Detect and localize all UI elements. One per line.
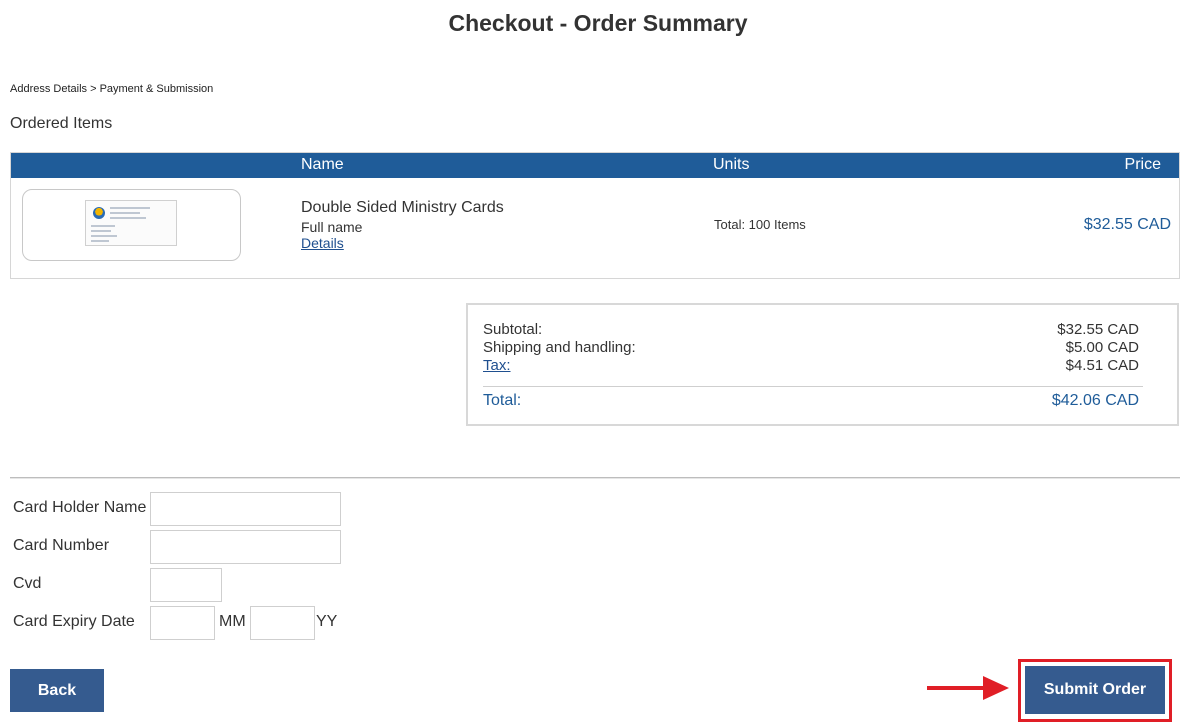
totals-divider bbox=[483, 386, 1143, 387]
subtotal-value: $32.55 CAD bbox=[1057, 321, 1139, 338]
right-arrow-icon bbox=[927, 676, 1009, 700]
total-row: Total: $42.06 CAD bbox=[483, 392, 1139, 410]
shipping-label: Shipping and handling: bbox=[483, 339, 636, 356]
tax-row: Tax: $4.51 CAD bbox=[483, 357, 1139, 374]
checkout-page: Checkout - Order Summary Address Details… bbox=[0, 0, 1190, 726]
table-header: Name Units Price bbox=[11, 153, 1179, 178]
breadcrumb: Address Details > Payment & Submission bbox=[10, 83, 214, 95]
card-number-label: Card Number bbox=[13, 537, 110, 554]
product-thumbnail bbox=[22, 189, 241, 261]
shipping-value: $5.00 CAD bbox=[1065, 339, 1139, 356]
item-units: Total: 100 Items bbox=[714, 217, 806, 232]
total-value: $42.06 CAD bbox=[1051, 392, 1139, 409]
cvd-label: Cvd bbox=[13, 575, 42, 592]
item-name: Double Sided Ministry Cards bbox=[301, 199, 504, 216]
shipping-row: Shipping and handling: $5.00 CAD bbox=[483, 339, 1139, 356]
ordered-items-label: Ordered Items bbox=[10, 115, 113, 132]
column-header-units: Units bbox=[713, 156, 750, 173]
expiry-month-unit: MM bbox=[219, 613, 246, 630]
back-button[interactable]: Back bbox=[10, 669, 104, 712]
section-divider bbox=[10, 477, 1180, 479]
ordered-items-table: Name Units Price Double Sided Ministry C… bbox=[10, 152, 1180, 279]
logo-icon bbox=[93, 207, 105, 219]
card-holder-input[interactable] bbox=[150, 492, 341, 526]
expiry-year-unit: YY bbox=[316, 613, 338, 630]
cvd-input[interactable] bbox=[150, 568, 222, 602]
item-price: $32.55 CAD bbox=[1083, 216, 1171, 233]
subtotal-label: Subtotal: bbox=[483, 321, 543, 338]
column-header-name: Name bbox=[301, 156, 344, 173]
column-header-price: Price bbox=[1124, 156, 1161, 173]
expiry-month-input[interactable] bbox=[150, 606, 215, 640]
subtotal-row: Subtotal: $32.55 CAD bbox=[483, 321, 1139, 338]
card-expiry-label: Card Expiry Date bbox=[13, 613, 135, 630]
item-details-link[interactable]: Details bbox=[301, 235, 344, 251]
total-label: Total: bbox=[483, 392, 522, 409]
card-number-input[interactable] bbox=[150, 530, 341, 564]
card-holder-label: Card Holder Name bbox=[13, 499, 147, 516]
business-card-preview-image bbox=[85, 200, 177, 246]
tax-link[interactable]: Tax: bbox=[483, 357, 511, 374]
page-title: Checkout - Order Summary bbox=[448, 10, 748, 36]
expiry-year-input[interactable] bbox=[250, 606, 315, 640]
order-totals-box: Subtotal: $32.55 CAD Shipping and handli… bbox=[466, 303, 1179, 426]
tax-value: $4.51 CAD bbox=[1065, 357, 1139, 374]
submit-order-button[interactable]: Submit Order bbox=[1025, 666, 1165, 714]
item-subtitle: Full name bbox=[301, 219, 363, 235]
